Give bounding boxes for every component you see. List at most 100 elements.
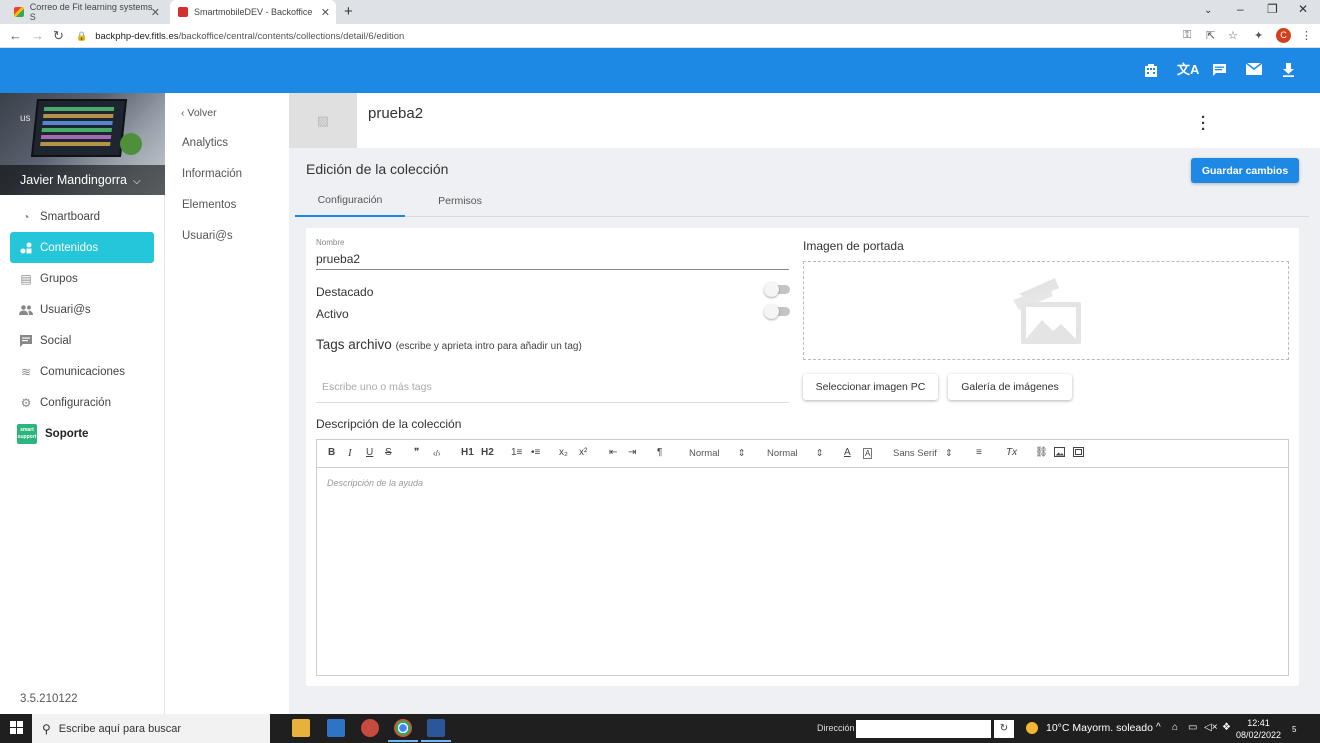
extensions-icon[interactable]: ✦ [1254,29,1263,42]
social-icon [19,334,33,348]
tab-close-icon[interactable]: ✕ [321,6,330,19]
editor-placeholder[interactable]: Descripción de la ayuda [327,478,423,488]
bold-button[interactable]: B [328,447,335,458]
size-select[interactable]: Normal ⇕ [689,448,746,459]
browser-tab-backoffice[interactable]: SmartmobileDEV - Backoffice ✕ [170,0,336,24]
network-icon[interactable]: ⌂ [1172,722,1178,733]
chat-icon[interactable] [1212,63,1227,79]
h2-button[interactable]: H2 [481,447,494,458]
url-field[interactable]: 🔒 backphp-dev.fitls.es/backoffice/centra… [76,27,1176,45]
text-direction-button[interactable]: ¶ [657,447,662,458]
key-icon[interactable]: ⚿ [1183,29,1191,42]
sidebar-item-usuarios[interactable]: Usuari@s [10,294,154,325]
description-title: Descripción de la colección [316,417,462,431]
notifications-icon[interactable]: 5 [1292,721,1296,735]
indent-button[interactable]: ⇥ [628,447,636,458]
mail-icon[interactable] [1245,62,1263,77]
subnav-item-elementos[interactable]: Elementos [182,199,236,211]
browser-tab-gmail[interactable]: Correo de Fit learning systems S ✕ [6,0,166,24]
sidebar-item-smartboard[interactable]: ◔ Smartboard [10,201,154,232]
tab-configuracion[interactable]: Configuración [295,185,405,217]
select-image-button[interactable]: Seleccionar imagen PC [803,374,938,400]
back-link[interactable]: ‹ Volver [181,107,217,119]
address-toolbar-input[interactable] [856,720,991,738]
word-icon[interactable] [421,719,451,742]
tab-close-icon[interactable]: ✕ [151,6,160,19]
code-button[interactable]: ‹/› [433,449,441,458]
underline-button[interactable]: U [366,447,373,458]
reload-icon[interactable]: ↻ [53,28,64,44]
tab-permisos[interactable]: Permisos [405,185,515,217]
close-window-icon[interactable]: ✕ [1298,2,1308,16]
chevron-left-icon: ‹ [181,107,185,119]
file-explorer-icon[interactable] [292,719,310,737]
subscript-button[interactable]: x₂ [559,447,568,458]
outdent-button[interactable]: ⇤ [609,447,617,458]
name-input[interactable]: prueba2 [316,250,789,270]
download-icon[interactable] [1282,63,1295,79]
link-icon[interactable]: ⛓ [1035,447,1048,458]
superscript-button[interactable]: x² [579,447,587,458]
strike-button[interactable]: S [385,447,392,458]
sidebar-item-grupos[interactable]: ▤ Grupos [10,263,154,294]
store-icon[interactable] [327,719,345,737]
select-arrows-icon: ⇕ [815,448,824,459]
background-color-button[interactable]: A [863,448,873,459]
text-color-button[interactable]: A [844,447,851,458]
bullet-list-button[interactable]: •≡ [531,447,540,458]
bookmark-star-icon[interactable]: ☆ [1228,29,1238,42]
activo-label: Activo [316,307,349,321]
sidebar-item-contenidos[interactable]: Contenidos [10,232,154,263]
blockquote-button[interactable]: ❞ [414,447,419,458]
new-tab-button[interactable]: + [344,3,353,20]
sidebar-item-soporte[interactable]: smart support Soporte [10,418,154,449]
sidebar-item-configuracion[interactable]: ⚙ Configuración [10,387,154,418]
profile-avatar[interactable]: C [1276,28,1291,43]
save-button[interactable]: Guardar cambios [1191,158,1299,183]
content-icon [19,241,33,255]
font-select[interactable]: Sans Serif ⇕ [893,448,953,459]
subnav-item-analytics[interactable]: Analytics [182,137,228,149]
subnav-item-informacion[interactable]: Información [182,168,242,180]
activo-toggle[interactable] [764,304,790,319]
h1-button[interactable]: H1 [461,447,474,458]
taskbar-clock[interactable]: 12:41 08/02/2022 [1236,717,1281,741]
sidebar-item-comunicaciones[interactable]: ≋ Comunicaciones [10,356,154,387]
tags-input[interactable] [316,372,789,403]
translate-icon[interactable]: 文A [1177,63,1199,77]
forward-arrow-icon[interactable]: → [31,28,44,43]
subnav-item-usuarios[interactable]: Usuari@s [182,230,233,242]
clear-format-button[interactable]: Tx [1006,447,1017,458]
sidebar-item-social[interactable]: Social [10,325,154,356]
weather-widget[interactable]: 10°C Mayorm. soleado [1026,722,1153,734]
broken-image-icon: us [20,113,31,124]
align-button[interactable]: ≡ [976,447,982,458]
taskbar-search[interactable]: ⚲ Escribe aquí para buscar [32,714,270,743]
browser-menu-icon[interactable]: ⋮ [1301,29,1312,42]
user-profile-banner[interactable]: us Javier Mandingorra ⌵ [0,93,165,195]
tab-search-icon[interactable]: ⌄ [1204,5,1212,16]
chrome-icon[interactable] [388,719,418,742]
destacado-toggle[interactable] [764,282,790,297]
italic-button[interactable]: I [348,447,352,459]
dropbox-icon[interactable]: ❖ [1222,722,1231,733]
video-icon[interactable] [1073,447,1084,460]
image-icon[interactable] [1054,447,1065,460]
windows-start-icon[interactable] [10,721,24,735]
gallery-button[interactable]: Galería de imágenes [948,374,1072,400]
minimize-icon[interactable]: – [1237,2,1244,16]
cover-image-dropzone[interactable] [803,261,1289,360]
user-name[interactable]: Javier Mandingorra ⌵ [0,165,165,195]
back-arrow-icon[interactable]: ← [9,28,22,43]
volume-muted-icon[interactable]: ◁× [1204,722,1218,733]
app-icon[interactable] [361,719,379,737]
tray-chevron-icon[interactable]: ^ [1156,722,1161,733]
share-icon[interactable]: ⇱ [1206,29,1215,42]
header-select[interactable]: Normal ⇕ [767,448,824,459]
ordered-list-button[interactable]: 1≡ [511,447,522,458]
refresh-icon[interactable]: ↻ [994,720,1014,738]
more-options-icon[interactable]: · · · [1201,110,1206,137]
building-icon[interactable] [1144,63,1158,79]
maximize-icon[interactable]: ❐ [1267,2,1278,16]
display-icon[interactable]: ▭ [1188,722,1197,733]
